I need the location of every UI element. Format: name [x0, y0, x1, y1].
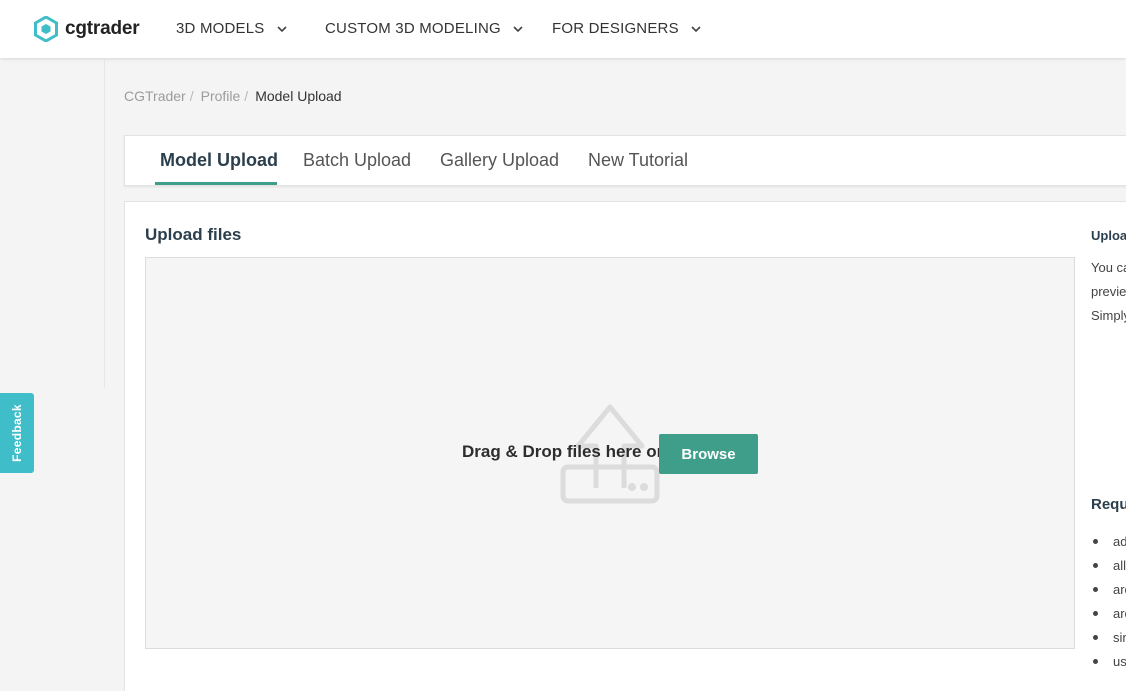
requirements-list: ad all arc arc sin use: [1091, 529, 1126, 673]
nav-for-designers-label: FOR DESIGNERS: [552, 20, 679, 37]
tab-batch-upload[interactable]: Batch Upload: [303, 150, 411, 171]
list-item: sin: [1091, 625, 1126, 649]
active-tab-indicator: [155, 182, 277, 185]
breadcrumb-separator: /: [189, 88, 194, 104]
breadcrumb-separator: /: [244, 88, 249, 104]
browse-button[interactable]: Browse: [659, 434, 758, 474]
tab-gallery-upload[interactable]: Gallery Upload: [440, 150, 559, 171]
requirements-title: Requ: [1091, 496, 1126, 513]
breadcrumb-cgtrader[interactable]: CGTrader: [124, 88, 186, 104]
tab-new-tutorial[interactable]: New Tutorial: [588, 150, 688, 171]
bullet-icon: [1093, 610, 1098, 616]
list-item: ad: [1091, 529, 1126, 553]
breadcrumb: CGTrader / Profile / Model Upload: [124, 88, 342, 104]
bullet-icon: [1093, 634, 1098, 640]
side-upload-title: Uploa: [1091, 228, 1126, 243]
chevron-down-icon: [513, 25, 523, 32]
side-text-line: previe: [1091, 284, 1126, 299]
feedback-label: Feedback: [10, 404, 24, 462]
left-divider: [104, 58, 105, 388]
bullet-icon: [1093, 586, 1098, 592]
nav-custom-3d-modeling[interactable]: CUSTOM 3D MODELING: [325, 20, 523, 37]
chevron-down-icon: [276, 25, 287, 32]
upload-tabs: Model Upload Batch Upload Gallery Upload…: [124, 135, 1126, 186]
upload-panel: Upload files Drag & Drop files here or B…: [124, 201, 1126, 691]
side-text-line: Simply: [1091, 308, 1126, 323]
file-dropzone[interactable]: Drag & Drop files here or Browse: [145, 257, 1075, 649]
nav-for-designers[interactable]: FOR DESIGNERS: [552, 20, 701, 37]
chevron-down-icon: [691, 25, 701, 32]
list-item: arc: [1091, 601, 1126, 625]
bullet-icon: [1093, 562, 1098, 568]
nav-3d-models[interactable]: 3D MODELS: [176, 20, 287, 37]
list-item: all: [1091, 553, 1126, 577]
feedback-tab[interactable]: Feedback: [0, 393, 34, 473]
requirement-text: use: [1113, 653, 1126, 669]
nav-custom-3d-modeling-label: CUSTOM 3D MODELING: [325, 20, 501, 37]
nav-3d-models-label: 3D MODELS: [176, 20, 265, 37]
upload-files-title: Upload files: [145, 225, 242, 244]
cgtrader-logo-icon: [34, 16, 58, 42]
requirement-text: ad: [1113, 533, 1126, 549]
bullet-icon: [1093, 538, 1098, 544]
requirement-text: arc: [1113, 581, 1126, 597]
breadcrumb-current: Model Upload: [255, 88, 342, 104]
bullet-icon: [1093, 658, 1098, 664]
tab-model-upload[interactable]: Model Upload: [160, 150, 278, 171]
requirement-text: sin: [1113, 629, 1126, 645]
brand-logo[interactable]: cgtrader: [34, 16, 140, 42]
list-item: use: [1091, 649, 1126, 673]
top-navbar: cgtrader 3D MODELS CUSTOM 3D MODELING FO…: [0, 0, 1126, 58]
brand-name: cgtrader: [65, 18, 140, 39]
dropzone-text: Drag & Drop files here or: [462, 442, 664, 461]
breadcrumb-profile[interactable]: Profile: [201, 88, 241, 104]
side-text-line: You ca: [1091, 260, 1126, 275]
requirement-text: arc: [1113, 605, 1126, 621]
requirement-text: all: [1113, 557, 1126, 573]
list-item: arc: [1091, 577, 1126, 601]
